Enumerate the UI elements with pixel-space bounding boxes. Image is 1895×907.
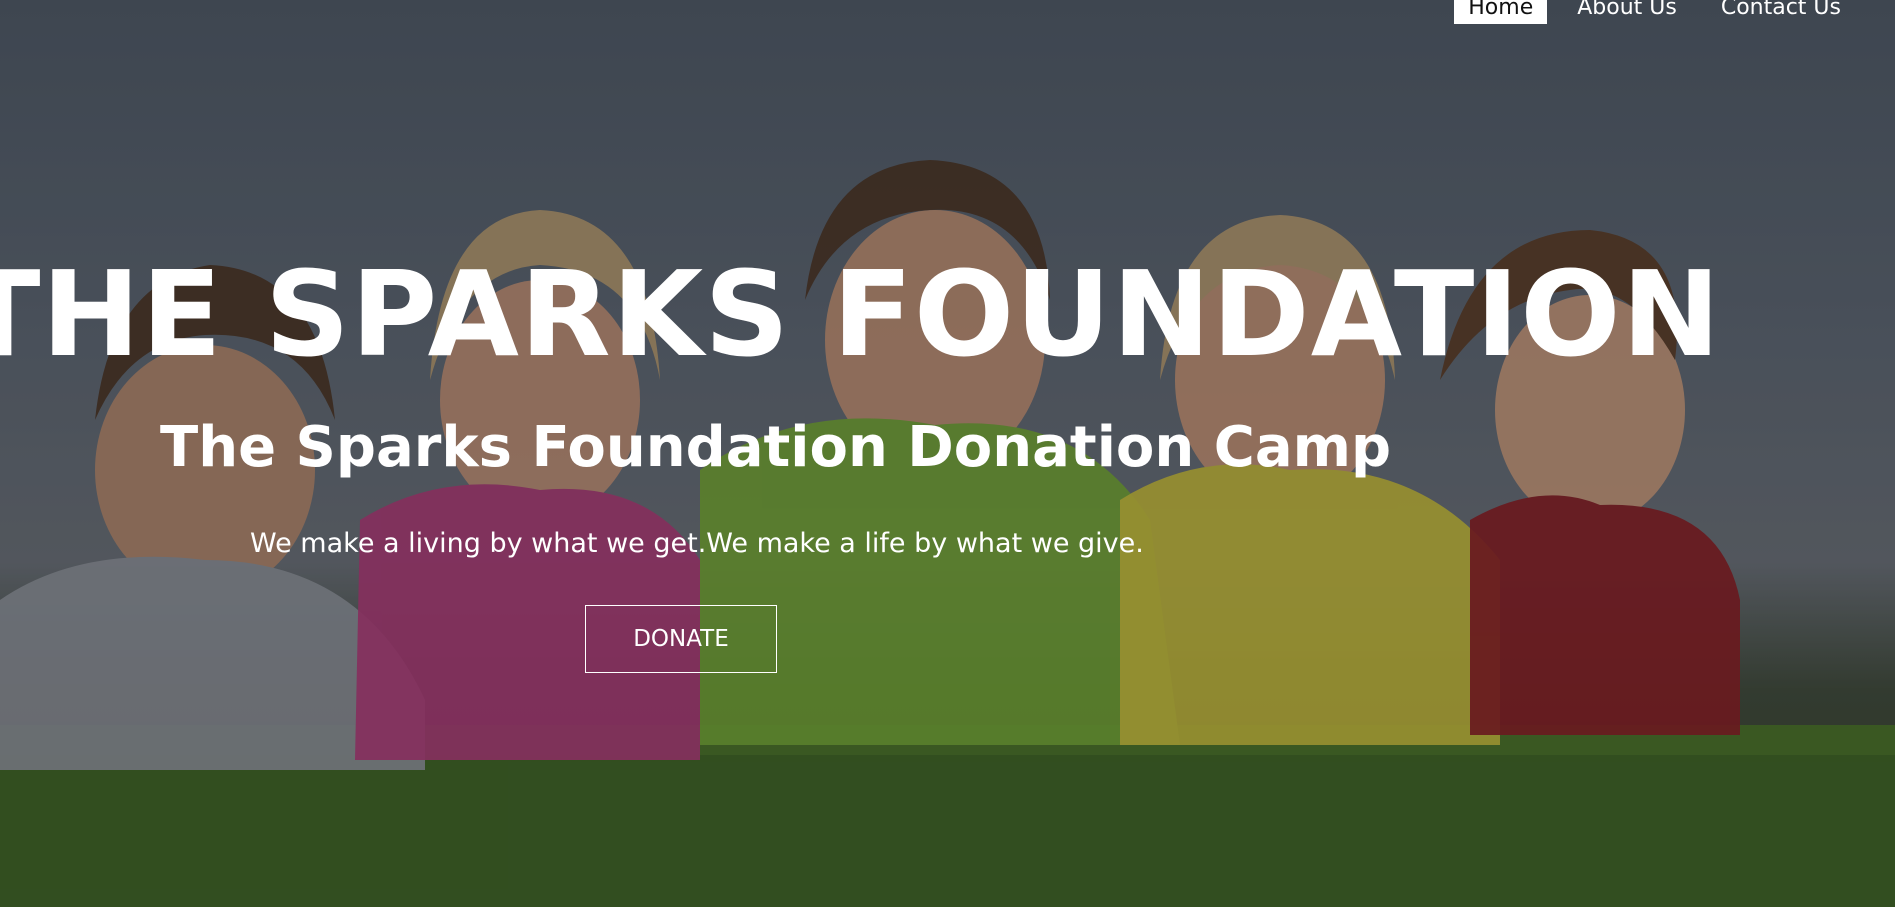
nav-item-about-us[interactable]: About Us <box>1563 0 1691 24</box>
hero-title: THE SPARKS FOUNDATION <box>0 245 1722 383</box>
nav-item-home[interactable]: Home <box>1454 0 1548 24</box>
hero-tagline: We make a living by what we get.We make … <box>250 528 1144 559</box>
top-nav: Home About Us Contact Us <box>1438 0 1855 24</box>
donate-button[interactable]: DONATE <box>585 605 777 673</box>
hero-section: Home About Us Contact Us THE SPARKS FOUN… <box>0 0 1895 907</box>
hero-subtitle: The Sparks Foundation Donation Camp <box>160 415 1392 480</box>
nav-item-contact-us[interactable]: Contact Us <box>1707 0 1855 24</box>
